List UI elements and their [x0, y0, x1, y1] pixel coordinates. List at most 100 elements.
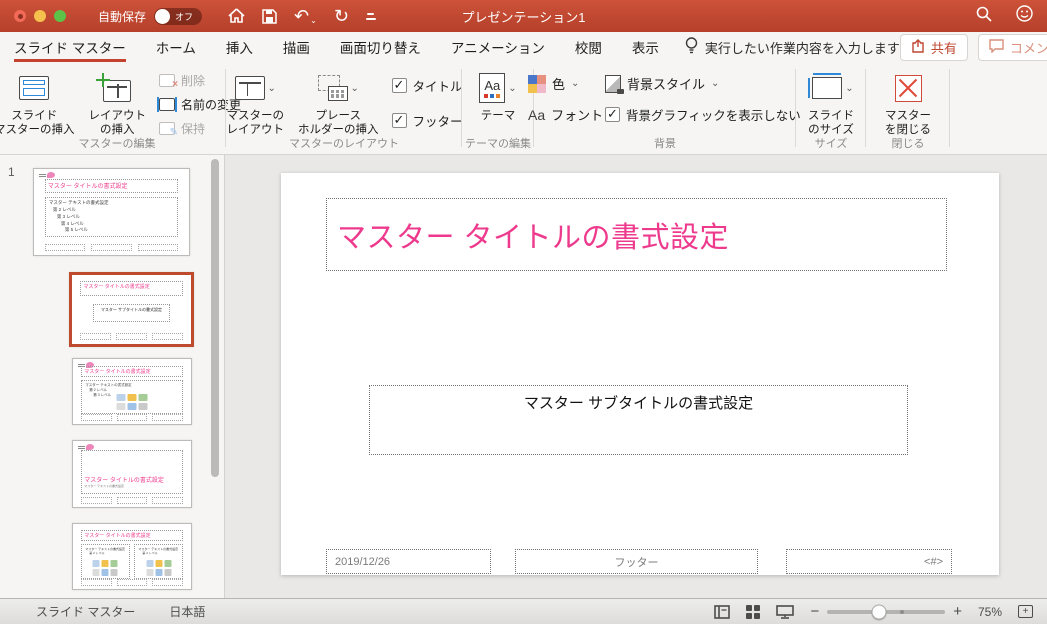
autosave-toggle[interactable]: オフ [154, 7, 203, 25]
content-placeholder-icons [116, 393, 148, 410]
tell-me-box[interactable]: 実行したい作業内容を入力します [685, 32, 900, 62]
close-window-button[interactable] [14, 10, 26, 22]
title-placeholder[interactable]: マスター タイトルの書式設定 [326, 198, 947, 271]
content-placeholder-icons [146, 559, 172, 576]
zoom-window-button[interactable] [54, 10, 66, 22]
powerpoint-window: 自動保存 オフ ↶ ⌄ ↻ プレゼンテーション1 スライド マスター ホーム 挿… [0, 0, 1047, 624]
share-button[interactable]: 共有 [899, 33, 968, 61]
group-label-size: サイズ [814, 138, 848, 150]
tab-animations[interactable]: アニメーション [451, 32, 545, 62]
home-icon[interactable] [228, 8, 245, 24]
share-icon [911, 38, 925, 56]
search-icon[interactable] [976, 6, 992, 27]
slide-number-placeholder[interactable]: <#> [786, 549, 952, 574]
hide-background-graphics-box[interactable] [605, 106, 620, 122]
redo-icon[interactable]: ↻ [334, 7, 349, 25]
fonts-button[interactable]: Aa フォント⌄ [510, 105, 618, 124]
tab-view[interactable]: 表示 [632, 32, 659, 62]
thumbnail-two-content-layout[interactable]: マスター タイトルの書式設定 マスター テキストの書式設定 第 2 レベル マス… [72, 523, 192, 590]
more-commands-icon[interactable] [365, 12, 376, 20]
tab-slide-master[interactable]: スライド マスター [14, 32, 126, 62]
thumbnail-scrollbar[interactable] [211, 159, 219, 477]
fit-slide-to-window-icon[interactable] [1018, 605, 1033, 618]
slide-sorter-view-icon[interactable] [746, 604, 761, 619]
title-checkbox-box[interactable] [391, 77, 407, 93]
footer-checkbox[interactable]: フッター [391, 111, 463, 130]
thumb-two-content-bullets-right: マスター テキストの書式設定 第 2 レベル [138, 547, 179, 556]
thumbnail-content-layout[interactable]: マスター タイトルの書式設定 マスター テキストの書式設定 第 2 レベル 第 … [72, 358, 192, 425]
zoom-percentage[interactable]: 75% [978, 605, 1002, 619]
thumbnail-title-layout[interactable]: マスター タイトルの書式設定 マスター サブタイトルの書式設定 [69, 272, 194, 347]
autosave-label: 自動保存 [98, 9, 147, 24]
save-icon[interactable] [262, 8, 277, 24]
rename-icon [157, 97, 177, 112]
zoom-slider-knob[interactable] [871, 604, 887, 619]
hide-background-graphics-checkbox[interactable]: 背景グラフィックを表示しない [605, 105, 820, 124]
thumbnail-slide-master[interactable]: マスター タイトルの書式設定 マスター テキストの書式設定 第 2 レベル 第 … [33, 168, 190, 256]
colors-button[interactable]: 色 ⌄ [510, 74, 605, 93]
zoom-slider-detent [900, 609, 905, 614]
insert-slide-master-button[interactable]: スライド マスターの挿入 [0, 70, 82, 138]
close-master-icon [894, 74, 922, 102]
content-area: 1 マスター タイトルの書式設定 マスター テキストの書式設定 第 2 レベル … [0, 155, 1047, 598]
statusbar-view-label[interactable]: スライド マスター [36, 603, 135, 620]
group-label-close: 閉じる [891, 138, 925, 150]
tell-me-label: 実行したい作業内容を入力します [704, 40, 900, 56]
statusbar-language[interactable]: 日本語 [169, 603, 205, 620]
group-edit-master: スライド マスターの挿入 レイアウト の挿入 × 削除 名前の変更 ✎ 保持 マ… [0, 62, 241, 154]
traffic-lights [14, 10, 66, 22]
background-styles-button[interactable]: 背景スタイル ⌄ [605, 74, 820, 94]
group-close: マスター を閉じる 閉じる [866, 62, 950, 154]
insert-layout-icon [96, 73, 132, 102]
footer-placeholder[interactable]: フッター [515, 549, 758, 574]
minimize-window-button[interactable] [34, 10, 46, 22]
slide-size-icon [808, 73, 843, 99]
slide-canvas: マスター タイトルの書式設定 マスター サブタイトルの書式設定 2019/12/… [225, 155, 1047, 598]
slide-editing-surface[interactable]: マスター タイトルの書式設定 マスター サブタイトルの書式設定 2019/12/… [281, 173, 999, 575]
close-master-button[interactable]: マスター を閉じる [878, 70, 938, 138]
thumb-content-layout-title: マスター タイトルの書式設定 [84, 369, 151, 376]
group-size: ⌄ スライド のサイズ サイズ [796, 62, 866, 154]
slideshow-view-icon[interactable] [776, 604, 795, 619]
content-placeholder-icons [92, 559, 118, 576]
insert-placeholder-icon [317, 75, 348, 101]
date-placeholder[interactable]: 2019/12/26 [326, 549, 491, 574]
insert-placeholder-button[interactable]: ⌄ プレース ホルダーの挿入 [291, 70, 386, 138]
comment-bubble-icon [989, 38, 1004, 56]
fonts-icon: Aa [528, 106, 546, 123]
date-placeholder-text: 2019/12/26 [335, 555, 391, 568]
preserve-icon: ✎ [159, 122, 178, 138]
thumb-master-bullets: マスター テキストの書式設定 第 2 レベル 第 3 レベル 第 4 レベル 第… [48, 200, 109, 233]
slide-size-button[interactable]: ⌄ スライド のサイズ [801, 70, 861, 138]
comments-label: コメント [1009, 40, 1047, 56]
footer-checkbox-box[interactable] [391, 112, 407, 128]
zoom-in-button[interactable]: + [953, 603, 962, 620]
titlebar: 自動保存 オフ ↶ ⌄ ↻ プレゼンテーション1 [0, 0, 1047, 32]
colors-icon [528, 74, 546, 93]
thumbnail-section-layout[interactable]: マスター タイトルの書式設定 マスター テキストの書式設定 [72, 440, 192, 508]
feedback-smiley-icon[interactable] [1016, 5, 1033, 27]
normal-view-icon[interactable] [714, 604, 731, 619]
insert-layout-button[interactable]: レイアウト の挿入 [82, 70, 154, 138]
lightbulb-icon [685, 37, 698, 57]
footer-placeholder-text: フッター [614, 556, 659, 569]
subtitle-placeholder[interactable]: マスター サブタイトルの書式設定 [369, 385, 908, 455]
group-label-edit-master: マスターの編集 [78, 138, 156, 150]
tab-draw[interactable]: 描画 [283, 32, 310, 62]
zoom-out-button[interactable]: − [810, 603, 819, 620]
zoom-slider[interactable] [827, 604, 946, 619]
tab-review[interactable]: 校閲 [575, 32, 602, 62]
comments-button[interactable]: コメント [977, 33, 1047, 61]
tab-home[interactable]: ホーム [156, 32, 196, 62]
theme-decoration-icon [39, 172, 55, 179]
undo-chevron-icon[interactable]: ⌄ [310, 16, 317, 25]
tab-insert[interactable]: 挿入 [226, 32, 253, 62]
title-checkbox[interactable]: タイトル [391, 76, 463, 95]
master-layout-button[interactable]: ⌄ マスターの レイアウト [220, 70, 292, 138]
thumb-master-title: マスター タイトルの書式設定 [47, 184, 128, 191]
thumb-section-layout-subtext: マスター テキストの書式設定 [84, 484, 124, 489]
thumb-two-content-title: マスター タイトルの書式設定 [84, 532, 151, 539]
undo-button[interactable]: ↶ ⌄ [294, 7, 317, 25]
subtitle-placeholder-text: マスター サブタイトルの書式設定 [523, 395, 754, 412]
tab-transitions[interactable]: 画面切り替え [340, 32, 421, 62]
